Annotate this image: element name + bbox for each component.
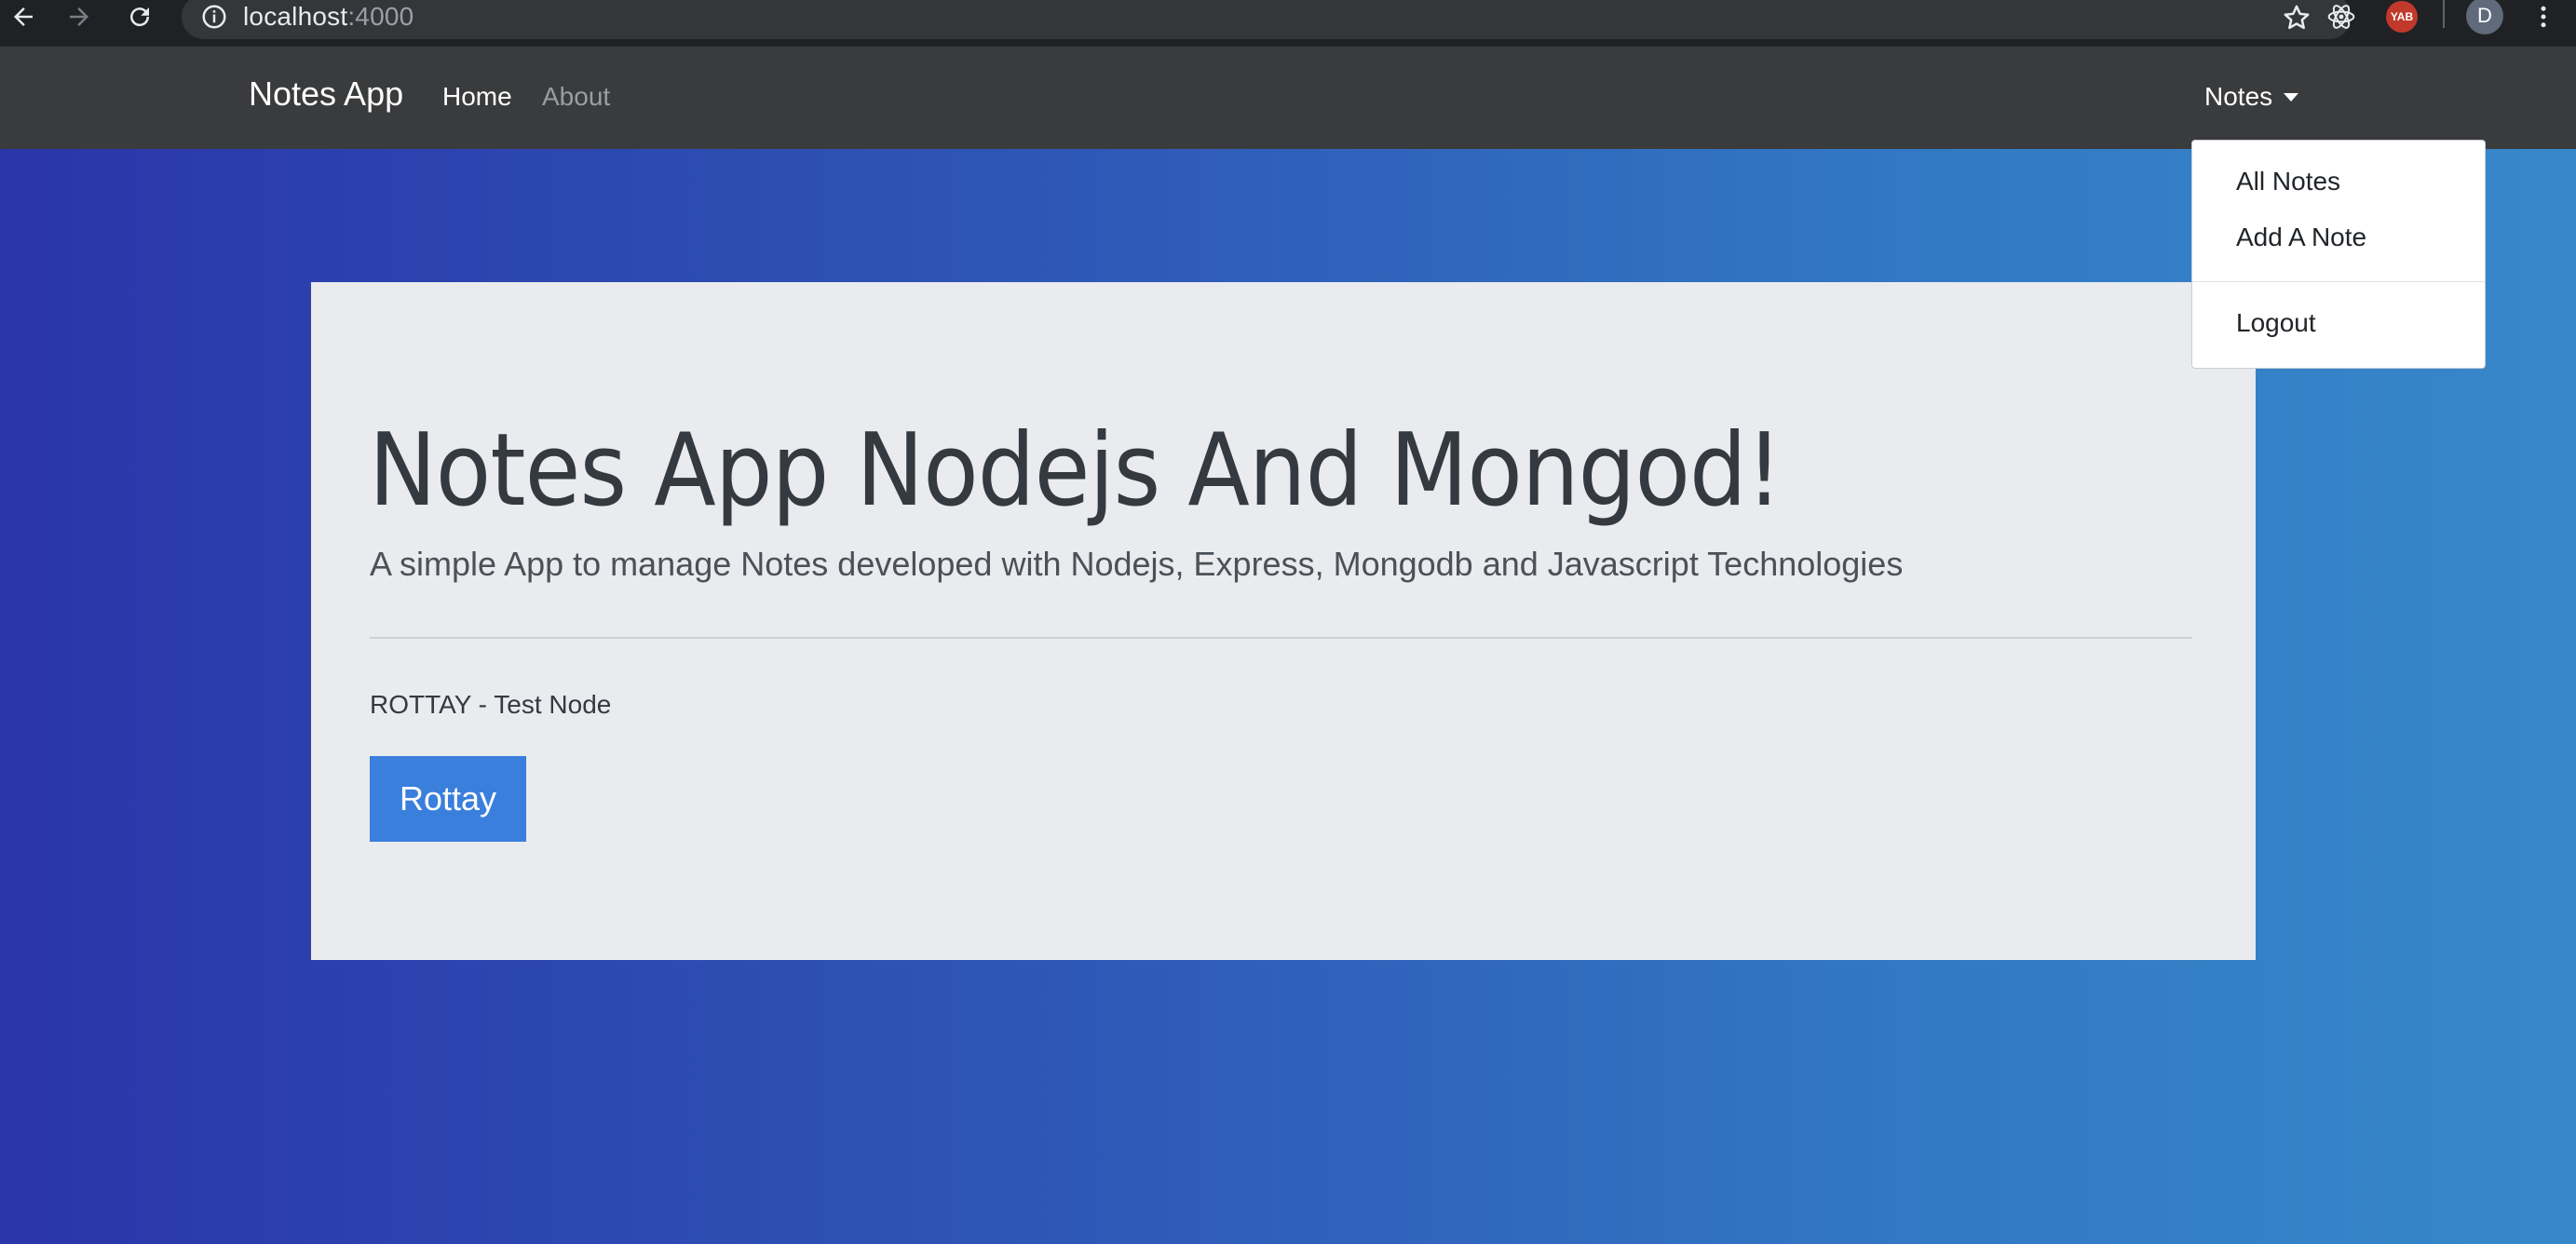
navbar: Notes App Home About Notes — [0, 47, 2576, 149]
nav-link-home[interactable]: Home — [442, 82, 512, 112]
info-icon[interactable] — [200, 3, 228, 31]
address-bar[interactable]: localhost:4000 — [182, 0, 2352, 39]
profile-avatar[interactable]: D — [2466, 0, 2503, 34]
dropdown-item-add-note[interactable]: Add A Note — [2236, 223, 2366, 252]
caret-down-icon — [2284, 92, 2299, 101]
dropdown-divider — [2192, 281, 2485, 282]
yab-extension-icon[interactable]: YAB — [2384, 0, 2420, 34]
lead-text: A simple App to manage Notes developed w… — [370, 545, 1904, 583]
sub-text: ROTTAY - Test Node — [370, 690, 612, 719]
browser-toolbar: localhost:4000 YAB D — [0, 0, 2576, 47]
nav-link-about[interactable]: About — [542, 82, 610, 112]
toolbar-divider — [2443, 0, 2445, 28]
dropdown-item-logout[interactable]: Logout — [2236, 308, 2316, 338]
page-title: Notes App Nodejs And Mongod! — [369, 412, 1783, 529]
react-devtools-icon[interactable] — [2324, 0, 2359, 34]
url-text[interactable]: localhost:4000 — [243, 2, 414, 32]
dropdown-item-all-notes[interactable]: All Notes — [2236, 167, 2340, 196]
reload-icon[interactable] — [116, 0, 163, 34]
navbar-brand[interactable]: Notes App — [249, 74, 403, 114]
rottay-button[interactable]: Rottay — [370, 756, 526, 842]
divider — [370, 637, 2192, 639]
back-arrow-icon[interactable] — [0, 0, 47, 34]
jumbotron: Notes App Nodejs And Mongod! A simple Ap… — [311, 282, 2256, 960]
notes-dropdown-toggle[interactable]: Notes — [2204, 82, 2299, 112]
notes-dropdown-label: Notes — [2204, 82, 2273, 111]
more-vert-icon[interactable] — [2529, 0, 2557, 34]
bookmark-star-icon[interactable] — [2281, 2, 2312, 34]
forward-arrow-icon[interactable] — [56, 0, 102, 34]
notes-dropdown-menu: All Notes Add A Note Logout — [2191, 140, 2486, 369]
